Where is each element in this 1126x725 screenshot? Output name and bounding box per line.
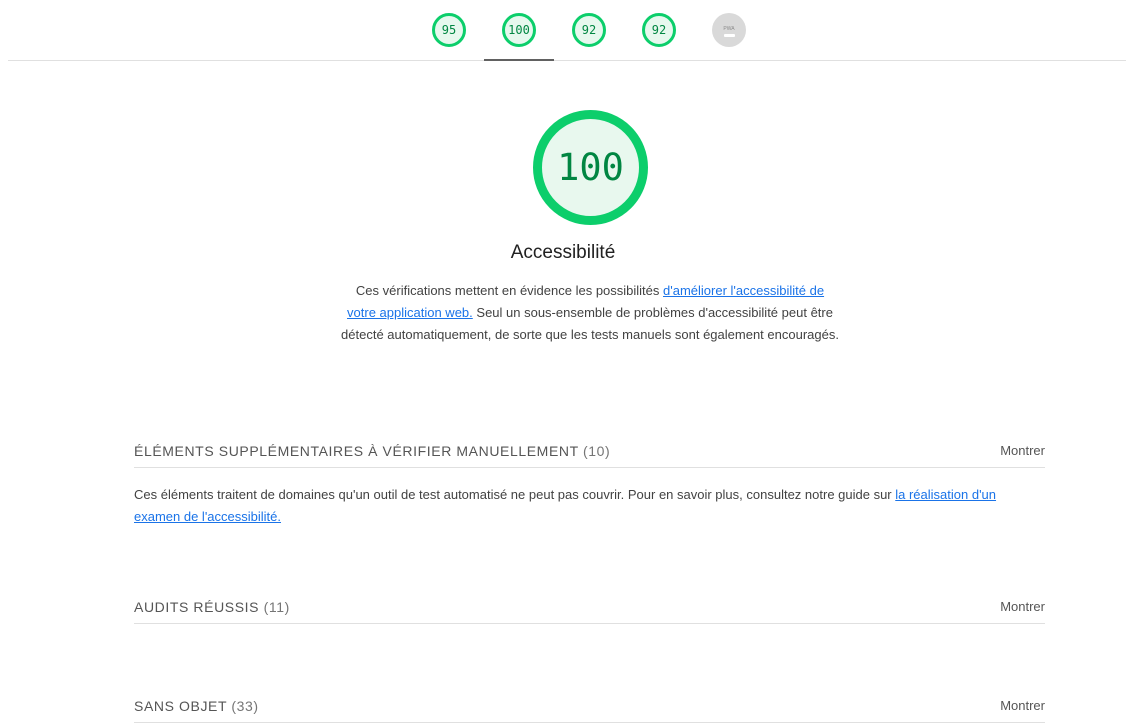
category-score-gauge: 100 <box>533 110 648 225</box>
score-gauge-small: 92 <box>572 13 606 47</box>
tab-pwa[interactable]: PWA <box>694 0 764 60</box>
tab-performance[interactable]: 95 <box>414 0 484 60</box>
group-count: (10) <box>583 442 611 459</box>
group-description-text: Ces éléments traitent de domaines qu'un … <box>134 487 896 502</box>
pwa-label: PWA <box>723 25 735 32</box>
category-title: Accessibilité <box>510 242 616 263</box>
show-toggle[interactable]: Montrer <box>1000 698 1045 713</box>
score-gauge-small: 95 <box>432 13 466 47</box>
category-description: Ces vérifications mettent en évidence le… <box>340 280 840 346</box>
dash-icon <box>723 33 735 37</box>
tab-best-practices[interactable]: 92 <box>554 0 624 60</box>
group-title-text: ÉLÉMENTS SUPPLÉMENTAIRES À VÉRIFIER MANU… <box>134 442 579 459</box>
group-title: ÉLÉMENTS SUPPLÉMENTAIRES À VÉRIFIER MANU… <box>134 443 610 459</box>
category-description-text: Ces vérifications mettent en évidence le… <box>355 283 664 298</box>
pwa-badge: PWA <box>712 13 746 47</box>
show-toggle[interactable]: Montrer <box>1000 599 1045 614</box>
score-value: 100 <box>508 23 530 37</box>
group-title: AUDITS RÉUSSIS (11) <box>134 599 290 615</box>
tab-accessibility[interactable]: 100 <box>484 0 554 61</box>
tab-seo[interactable]: 92 <box>624 0 694 60</box>
group-count: (11) <box>263 598 290 615</box>
group-title-text: AUDITS RÉUSSIS <box>134 598 260 615</box>
group-description-manual: Ces éléments traitent de domaines qu'un … <box>134 484 1045 528</box>
group-header-passed[interactable]: AUDITS RÉUSSIS (11) Montrer <box>134 590 1045 624</box>
group-header-not-applicable[interactable]: SANS OBJET (33) Montrer <box>134 689 1045 723</box>
score-gauge-small: 100 <box>502 13 536 47</box>
score-value: 95 <box>441 23 457 37</box>
score-value: 92 <box>581 23 597 37</box>
group-count: (33) <box>231 697 259 714</box>
score-tabs-bar: 95 100 92 92 PWA <box>8 0 1126 61</box>
show-toggle[interactable]: Montrer <box>1000 443 1045 458</box>
group-title: SANS OBJET (33) <box>134 698 259 714</box>
group-header-manual[interactable]: ÉLÉMENTS SUPPLÉMENTAIRES À VÉRIFIER MANU… <box>134 434 1045 468</box>
score-gauge-small: 92 <box>642 13 676 47</box>
category-score-value: 100 <box>557 146 624 189</box>
group-title-text: SANS OBJET <box>134 697 227 714</box>
score-value: 92 <box>651 23 667 37</box>
